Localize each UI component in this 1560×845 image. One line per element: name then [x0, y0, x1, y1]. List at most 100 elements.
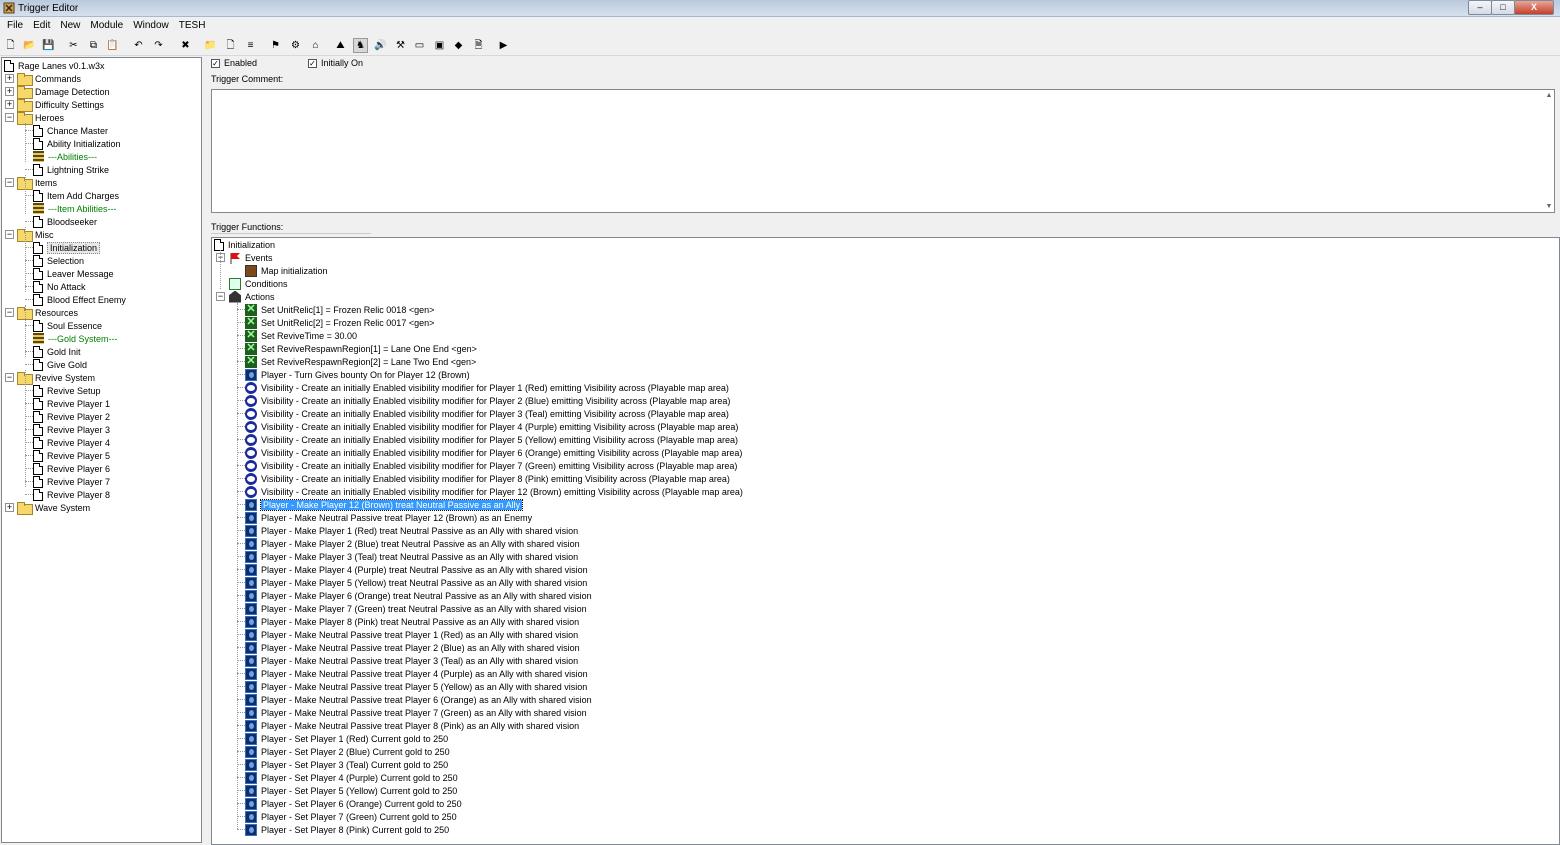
collapse-toggle-icon[interactable]: − [216, 292, 225, 301]
tree-item-revive-player-4[interactable]: Revive Player 4 [33, 436, 110, 449]
tree-item-blood-effect-enemy[interactable]: Blood Effect Enemy [33, 293, 126, 306]
tree-item-revive-player-6[interactable]: Revive Player 6 [33, 462, 110, 475]
tree-root[interactable]: Rage Lanes v0.1.w3x [4, 59, 105, 72]
expand-toggle-icon[interactable]: + [5, 503, 14, 512]
action-row[interactable]: Visibility - Create an initially Enabled… [245, 407, 729, 420]
action-row[interactable]: Player - Make Player 6 (Orange) treat Ne… [245, 589, 592, 602]
copy-icon[interactable]: ⧉ [86, 38, 101, 53]
action-row[interactable]: Player - Set Player 8 (Pink) Current gol… [245, 823, 449, 836]
menu-new[interactable]: New [55, 17, 85, 35]
action-row[interactable]: Player - Make Neutral Passive treat Play… [245, 719, 579, 732]
menu-tesh[interactable]: TESH [174, 17, 211, 35]
save-icon[interactable]: 💾 [41, 38, 56, 53]
comment-scrollbar[interactable]: ▲ ▼ [1544, 90, 1554, 212]
open-icon[interactable]: 📂 [22, 38, 37, 53]
action-row[interactable]: Player - Set Player 7 (Green) Current go… [245, 810, 457, 823]
action-row[interactable]: Player - Make Neutral Passive treat Play… [245, 654, 578, 667]
enabled-check-icon[interactable]: ✓ [211, 58, 220, 68]
redo-icon[interactable]: ↷ [151, 38, 166, 53]
initially-on-checkbox[interactable]: ✓ Initially On [308, 58, 363, 68]
unit-editor-icon[interactable]: ♞ [353, 38, 368, 53]
action-row[interactable]: Player - Set Player 1 (Red) Current gold… [245, 732, 448, 745]
action-row[interactable]: Visibility - Create an initially Enabled… [245, 381, 729, 394]
tree-item-leaver-message[interactable]: Leaver Message [33, 267, 114, 280]
tree-item-revive-setup[interactable]: Revive Setup [33, 384, 101, 397]
tree-item-give-gold[interactable]: Give Gold [33, 358, 87, 371]
new-comment-icon[interactable]: ≡ [243, 38, 258, 53]
action-row[interactable]: Player - Make Neutral Passive treat Play… [245, 628, 578, 641]
tree-item-revive-system[interactable]: Revive System [17, 371, 95, 385]
tree-item-revive-player-7[interactable]: Revive Player 7 [33, 475, 110, 488]
tree-item-revive-player-2[interactable]: Revive Player 2 [33, 410, 110, 423]
expand-toggle-icon[interactable]: − [5, 230, 14, 239]
action-row[interactable]: Player - Make Neutral Passive treat Play… [245, 680, 587, 693]
tree-item-resources[interactable]: Resources [17, 306, 78, 320]
ai-editor-icon[interactable]: ▣ [432, 38, 447, 53]
action-row[interactable]: Player - Make Neutral Passive treat Play… [245, 693, 592, 706]
object-editor-icon[interactable]: ⚒ [393, 38, 408, 53]
object-manager-icon[interactable]: ◆ [451, 38, 466, 53]
action-row[interactable]: Player - Turn Gives bounty On for Player… [245, 368, 470, 381]
expand-toggle-icon[interactable]: − [5, 308, 14, 317]
function-root[interactable]: Initialization [214, 238, 275, 251]
expand-toggle-icon[interactable]: + [5, 87, 14, 96]
tree-item-item-add-charges[interactable]: Item Add Charges [33, 189, 119, 202]
action-row[interactable]: Player - Make Neutral Passive treat Play… [245, 667, 588, 680]
action-row[interactable]: Visibility - Create an initially Enabled… [245, 446, 742, 459]
tree-item-lightning-strike[interactable]: Lightning Strike [33, 163, 109, 176]
trigger-comment-textarea[interactable]: ▲ ▼ [211, 89, 1555, 213]
sound-editor-icon[interactable]: 🔊 [373, 38, 388, 53]
action-row[interactable]: Visibility - Create an initially Enabled… [245, 472, 730, 485]
tree-item-revive-player-1[interactable]: Revive Player 1 [33, 397, 110, 410]
expand-toggle-icon[interactable]: + [5, 74, 14, 83]
new-trigger-icon[interactable]: 🗋 [223, 38, 238, 53]
action-row[interactable]: Player - Make Neutral Passive treat Play… [245, 641, 580, 654]
tree-item-bloodseeker[interactable]: Bloodseeker [33, 215, 97, 228]
tree-item-damage-detection[interactable]: Damage Detection [17, 85, 110, 99]
import-manager-icon[interactable]: 🗎 [471, 38, 486, 53]
tree-item-chance-master[interactable]: Chance Master [33, 124, 108, 137]
action-row[interactable]: Player - Make Player 1 (Red) treat Neutr… [245, 524, 578, 537]
cut-icon[interactable]: ✂ [66, 38, 81, 53]
tree-item-commands[interactable]: Commands [17, 72, 81, 86]
action-row[interactable]: ✕ Set UnitRelic[1] = Frozen Relic 0018 <g… [245, 303, 434, 316]
expand-toggle-icon[interactable]: − [5, 373, 14, 382]
tree-item-difficulty-settings[interactable]: Difficulty Settings [17, 98, 104, 112]
action-row[interactable]: Player - Make Player 8 (Pink) treat Neut… [245, 615, 579, 628]
tree-item-misc[interactable]: Misc [17, 228, 54, 242]
new-action-icon[interactable]: ⌂ [308, 38, 323, 53]
action-row[interactable]: Visibility - Create an initially Enabled… [245, 420, 738, 433]
tree-item-wave-system[interactable]: Wave System [17, 501, 90, 515]
action-row[interactable]: ✕ Set ReviveRespawnRegion[2] = Lane Two E… [245, 355, 476, 368]
action-row[interactable]: Player - Set Player 4 (Purple) Current g… [245, 771, 458, 784]
expand-toggle-icon[interactable]: − [5, 113, 14, 122]
action-row[interactable]: Player - Make Player 4 (Purple) treat Ne… [245, 563, 588, 576]
action-row[interactable]: Player - Set Player 2 (Blue) Current gol… [245, 745, 450, 758]
action-row[interactable]: Player - Make Player 12 (Brown) treat Ne… [245, 498, 524, 511]
tree-item-revive-player-8[interactable]: Revive Player 8 [33, 488, 110, 501]
action-row[interactable]: Player - Make Player 5 (Yellow) treat Ne… [245, 576, 587, 589]
tree-item-revive-player-5[interactable]: Revive Player 5 [33, 449, 110, 462]
tree-item-revive-player-3[interactable]: Revive Player 3 [33, 423, 110, 436]
action-row[interactable]: Player - Make Neutral Passive treat Play… [245, 511, 532, 524]
tree-item-items[interactable]: Items [17, 176, 57, 190]
action-row[interactable]: ✕ Set UnitRelic[2] = Frozen Relic 0017 <g… [245, 316, 434, 329]
paste-icon[interactable]: 📋 [105, 38, 120, 53]
tree-item-gold-system[interactable]: ---Gold System--- [33, 332, 118, 345]
action-row[interactable]: ✕ Set ReviveRespawnRegion[1] = Lane One E… [245, 342, 477, 355]
events-node[interactable]: Events [229, 251, 273, 264]
tree-item-abilities[interactable]: ---Abilities--- [33, 150, 97, 163]
menu-module[interactable]: Module [85, 17, 128, 35]
action-row[interactable]: Player - Set Player 3 (Teal) Current gol… [245, 758, 448, 771]
tree-item-initialization[interactable]: Initialization [33, 241, 101, 254]
test-map-icon[interactable]: ▶ [496, 38, 511, 53]
tree-item-no-attack[interactable]: No Attack [33, 280, 86, 293]
tree-item-item-abilities[interactable]: ---Item Abilities--- [33, 202, 117, 215]
action-row[interactable]: Visibility - Create an initially Enabled… [245, 433, 738, 446]
menu-edit[interactable]: Edit [28, 17, 55, 35]
menu-window[interactable]: Window [128, 17, 174, 35]
new-category-icon[interactable]: 📁 [203, 38, 218, 53]
action-row[interactable]: Player - Set Player 5 (Yellow) Current g… [245, 784, 457, 797]
action-row[interactable]: Visibility - Create an initially Enabled… [245, 459, 737, 472]
campaign-editor-icon[interactable]: ▭ [412, 38, 427, 53]
